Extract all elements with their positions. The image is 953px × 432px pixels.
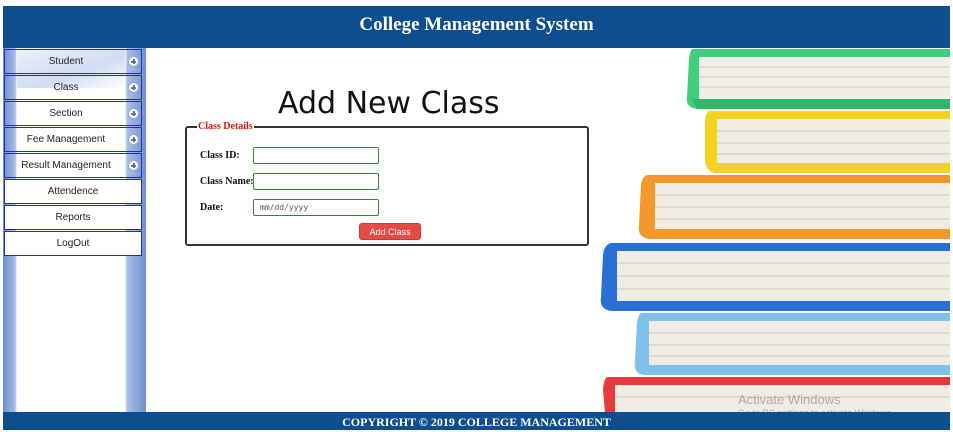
expand-plus-icon[interactable] (128, 108, 139, 119)
books-stack-image (597, 49, 950, 413)
sidebar-item-label: Student (48, 56, 84, 67)
form-legend: Class Details (197, 121, 254, 133)
sidebar-item-fee-management[interactable]: Fee Management (4, 127, 142, 152)
app-title: College Management System (359, 14, 594, 35)
sidebar-item-label: Reports (55, 212, 91, 223)
app-header: College Management System (3, 6, 950, 48)
sidebar-menu: Student Class Section Fee Management Res… (4, 49, 142, 257)
sidebar-item-reports[interactable]: Reports (4, 205, 142, 230)
expand-plus-icon[interactable] (128, 160, 139, 171)
sidebar-item-class[interactable]: Class (4, 75, 142, 100)
class-name-field[interactable] (253, 173, 379, 190)
sidebar-item-label: Result Management (21, 160, 111, 171)
copyright-text: COPYRIGHT © 2019 COLLEGE MANAGEMENT (342, 415, 611, 429)
date-field[interactable]: mm/dd/yyyy (253, 199, 379, 216)
sidebar-item-label: Fee Management (26, 134, 106, 145)
sidebar-item-label: Attendence (47, 186, 99, 197)
class-id-label: Class ID: (200, 150, 240, 161)
sidebar-item-label: LogOut (56, 238, 90, 249)
sidebar-item-label: Section (49, 108, 83, 119)
sidebar-item-result-management[interactable]: Result Management (4, 153, 142, 178)
date-label: Date: (200, 202, 224, 213)
expand-plus-icon[interactable] (128, 134, 139, 145)
class-details-form: Class Details Class ID: Class Name: Date… (185, 121, 589, 246)
page-title: Add New Class (278, 86, 500, 121)
app-frame: College Management System Student Class … (3, 6, 950, 430)
add-class-button[interactable]: Add Class (359, 223, 421, 240)
app-footer: COPYRIGHT © 2019 COLLEGE MANAGEMENT (3, 412, 950, 430)
class-id-field[interactable] (253, 147, 379, 164)
sidebar-item-label: Class (53, 82, 79, 93)
activation-watermark-title: Activate Windows (738, 392, 841, 407)
expand-plus-icon[interactable] (128, 56, 139, 67)
class-name-label: Class Name: (200, 176, 254, 187)
sidebar-item-attendence[interactable]: Attendence (4, 179, 142, 204)
sidebar-item-section[interactable]: Section (4, 101, 142, 126)
sidebar-item-student[interactable]: Student (4, 49, 142, 74)
expand-plus-icon[interactable] (128, 82, 139, 93)
sidebar-item-logout[interactable]: LogOut (4, 231, 142, 256)
